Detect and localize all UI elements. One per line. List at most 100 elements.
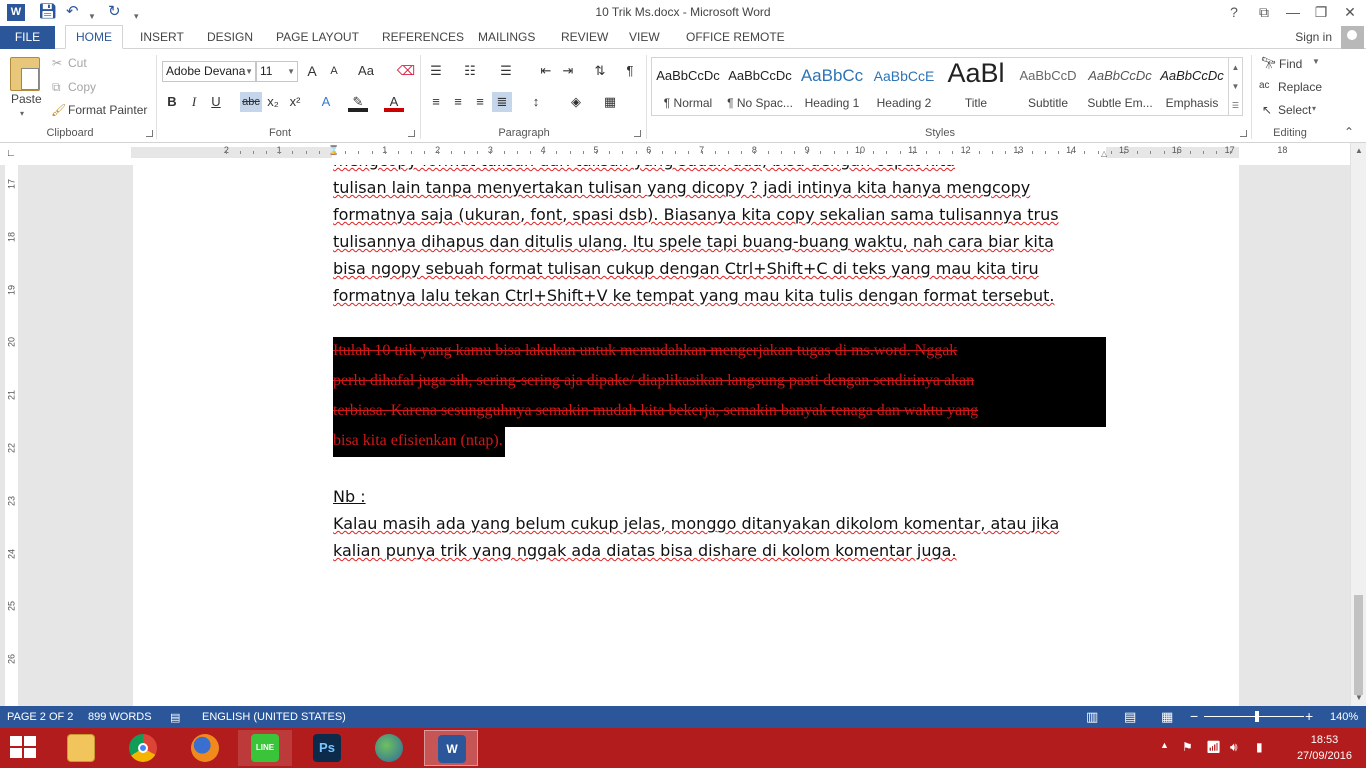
scroll-down-icon[interactable]: ▼ <box>1351 690 1366 706</box>
font-color-button[interactable]: A <box>384 92 404 112</box>
photoshop-taskbar-button[interactable]: Ps <box>300 730 354 766</box>
tab-selector-icon[interactable]: ∟ <box>6 148 16 159</box>
styles-gallery-scroll[interactable]: ▲ ▼ ☰ <box>1228 58 1242 115</box>
bullets-icon[interactable]: ☰ <box>426 61 446 81</box>
firefox-taskbar-button[interactable] <box>178 730 232 766</box>
multilevel-list-icon[interactable]: ☰ <box>496 61 516 81</box>
tab-view[interactable]: VIEW <box>629 30 660 44</box>
chevron-down-icon[interactable]: ▼ <box>245 62 253 81</box>
paragraph-launcher-icon[interactable] <box>634 130 641 137</box>
zoom-out-button[interactable]: − <box>1190 708 1198 724</box>
tab-mailings[interactable]: MAILINGS <box>478 30 535 44</box>
paste-dropdown-icon[interactable]: ▾ <box>20 109 24 118</box>
indent-marker-icon[interactable]: ⌛ <box>328 145 339 156</box>
tab-home[interactable]: HOME <box>65 25 123 49</box>
restore-button[interactable]: ❐ <box>1307 2 1335 22</box>
scroll-up-icon[interactable]: ▲ <box>1351 143 1366 159</box>
sign-in-link[interactable]: Sign in <box>1295 30 1332 44</box>
style-subtitle[interactable]: AaBbCcD Subtitle <box>1012 58 1084 115</box>
file-explorer-taskbar-button[interactable] <box>54 730 108 766</box>
styles-launcher-icon[interactable] <box>1240 130 1247 137</box>
globe-taskbar-button[interactable] <box>362 730 416 766</box>
zoom-slider-thumb[interactable] <box>1255 711 1259 722</box>
increase-indent-icon[interactable]: ⇥ <box>558 61 578 81</box>
zoom-slider[interactable] <box>1204 716 1304 717</box>
document-page[interactable]: mengcopy format tulisan dari tulisan yan… <box>133 165 1239 706</box>
style-heading-2[interactable]: AaBbCcE Heading 2 <box>868 58 940 115</box>
windows-start-icon[interactable] <box>10 736 38 760</box>
style-no-spacing[interactable]: AaBbCcDc ¶ No Spac... <box>724 58 796 115</box>
help-button[interactable]: ? <box>1220 2 1248 22</box>
show-hidden-icons-icon[interactable]: ▲ <box>1160 740 1169 750</box>
chevron-up-icon[interactable]: ▲ <box>1229 58 1242 77</box>
more-styles-icon[interactable]: ☰ <box>1229 96 1242 115</box>
vertical-ruler[interactable]: 17 18 19 20 21 22 23 24 25 26 <box>5 165 18 706</box>
clipboard-launcher-icon[interactable] <box>146 130 153 137</box>
word-count[interactable]: 899 WORDS <box>88 711 152 723</box>
highlight-color-icon[interactable]: ✎ <box>348 92 368 112</box>
right-indent-marker-icon[interactable]: △ <box>1101 149 1107 158</box>
style-emphasis[interactable]: AaBbCcDc Emphasis <box>1156 58 1228 115</box>
taskbar-clock[interactable]: 18:53 27/09/2016 <box>1297 732 1352 764</box>
font-family-combo[interactable]: Adobe Devana ▼ <box>162 61 256 82</box>
strikethrough-button[interactable]: abc <box>240 92 262 112</box>
battery-icon[interactable]: ▮ <box>1256 740 1263 754</box>
chrome-taskbar-button[interactable] <box>116 730 170 766</box>
show-formatting-button[interactable]: ¶ <box>620 61 640 81</box>
replace-button[interactable]: Replace <box>1278 80 1322 94</box>
volume-icon[interactable]: 🔊︎ <box>1230 740 1238 755</box>
cut-button[interactable]: Cut <box>68 56 87 70</box>
line-taskbar-button[interactable]: LINE <box>238 730 292 766</box>
format-painter-button[interactable]: Format Painter <box>68 103 147 117</box>
style-heading-1[interactable]: AaBbCc Heading 1 <box>796 58 868 115</box>
shading-icon[interactable]: ◈ <box>566 92 586 112</box>
proofing-icon[interactable]: ▤ <box>170 711 180 724</box>
network-icon[interactable]: 📶︎ <box>1206 740 1221 754</box>
zoom-level[interactable]: 140% <box>1330 711 1358 723</box>
close-button[interactable]: ✕ <box>1336 2 1364 22</box>
decrease-indent-icon[interactable]: ⇤ <box>536 61 556 81</box>
grow-font-button[interactable]: A <box>302 61 322 81</box>
copy-button[interactable]: Copy <box>68 80 96 94</box>
change-case-button[interactable]: Aa <box>354 61 378 81</box>
minimize-button[interactable]: — <box>1279 2 1307 22</box>
tab-page-layout[interactable]: PAGE LAYOUT <box>276 30 359 44</box>
page-count[interactable]: PAGE 2 OF 2 <box>7 711 73 723</box>
superscript-button[interactable]: x² <box>285 92 305 112</box>
find-dropdown-icon[interactable]: ▼ <box>1312 57 1320 66</box>
zoom-in-button[interactable]: + <box>1305 708 1313 724</box>
horizontal-ruler[interactable]: 2 1 1 2 3 4 5 6 7 8 9 10 11 12 13 14 15 16 17 18 ⌛ △ <box>131 145 1287 158</box>
paste-icon[interactable] <box>10 57 40 91</box>
action-center-icon[interactable]: ⚑ <box>1182 740 1193 754</box>
underline-button[interactable]: U <box>206 92 226 112</box>
collapse-ribbon-icon[interactable]: ⌃ <box>1344 125 1354 139</box>
tab-review[interactable]: REVIEW <box>561 30 608 44</box>
line-spacing-icon[interactable]: ↕ <box>526 92 546 112</box>
tab-office-remote[interactable]: OFFICE REMOTE <box>686 30 785 44</box>
text-effects-button[interactable]: A <box>316 92 336 112</box>
select-dropdown-icon[interactable]: ▾ <box>1312 104 1316 113</box>
scrollbar-thumb[interactable] <box>1354 595 1363 695</box>
numbering-icon[interactable]: ☷ <box>460 61 480 81</box>
style-title[interactable]: AaBl Title <box>940 58 1012 115</box>
vertical-scrollbar[interactable]: ▲ ▼ <box>1350 143 1366 706</box>
tab-design[interactable]: DESIGN <box>207 30 253 44</box>
align-center-icon[interactable]: ≡ <box>448 92 468 112</box>
word-taskbar-button[interactable]: W <box>424 730 478 766</box>
chevron-down-icon[interactable]: ▼ <box>1229 77 1242 96</box>
ribbon-display-options-button[interactable]: ⧉ <box>1250 2 1278 22</box>
tab-insert[interactable]: INSERT <box>140 30 184 44</box>
find-button[interactable]: Find <box>1279 57 1302 71</box>
borders-icon[interactable]: ▦ <box>600 92 620 112</box>
paragraph-note[interactable]: Nb : Kalau masih ada yang belum cukup je… <box>333 483 1108 564</box>
style-subtle-emphasis[interactable]: AaBbCcDc Subtle Em... <box>1084 58 1156 115</box>
tab-file[interactable]: FILE <box>0 26 55 49</box>
sort-icon[interactable]: ⇅ <box>590 61 610 81</box>
highlighted-paragraph[interactable]: Itulah 10 trik yang kamu bisa lakukan un… <box>333 337 1106 457</box>
shrink-font-button[interactable]: A <box>324 61 344 81</box>
paste-button[interactable]: Paste <box>11 92 42 106</box>
clear-formatting-icon[interactable]: ⌫ <box>396 61 416 81</box>
style-normal[interactable]: AaBbCcDc ¶ Normal <box>652 58 724 115</box>
print-layout-icon[interactable]: ▤ <box>1124 709 1136 725</box>
paragraph-format-copy[interactable]: tulisan lain tanpa menyertakan tulisan y… <box>333 174 1108 309</box>
